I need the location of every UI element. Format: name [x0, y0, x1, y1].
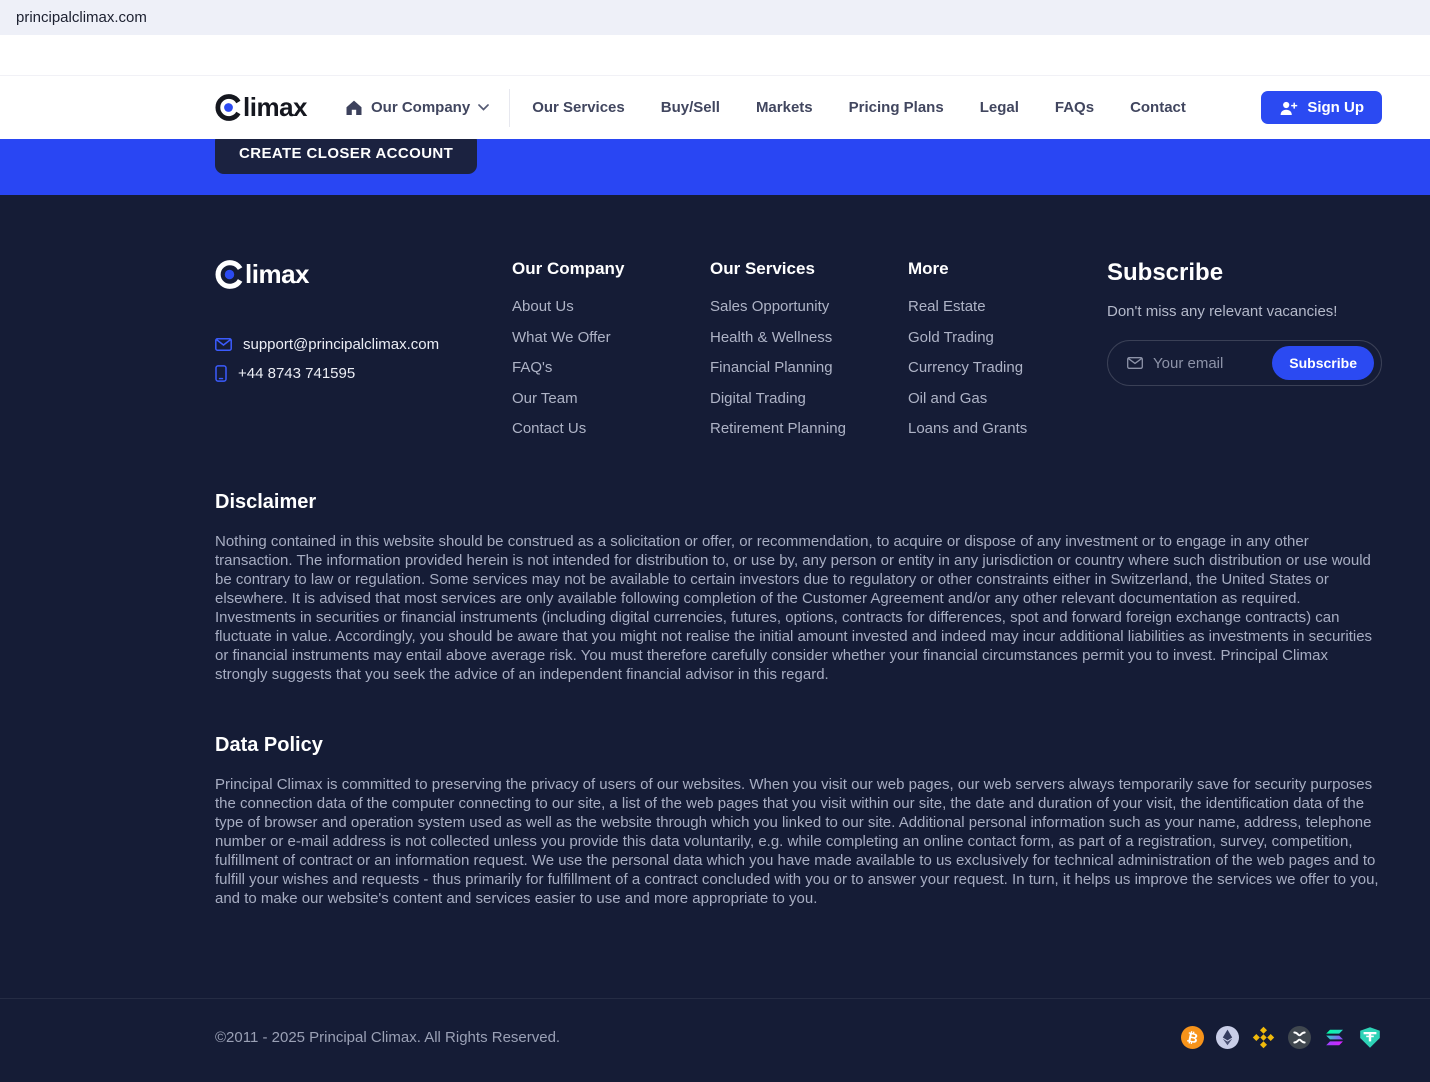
footer-column-title: Our Services	[710, 259, 815, 278]
footer-bottom-bar: ©2011 - 2025 Principal Climax. All Right…	[0, 997, 1430, 1082]
phone-icon	[215, 365, 227, 382]
footer-link-about-us[interactable]: About Us	[512, 296, 710, 319]
footer-link-oil-and-gas[interactable]: Oil and Gas	[908, 388, 1107, 411]
footer-email-link[interactable]: support@principalclimax.com	[215, 336, 512, 353]
nav-item-label: Our Company	[371, 99, 471, 116]
bitcoin-icon: ₿	[1181, 1025, 1204, 1049]
footer-link-real-estate[interactable]: Real Estate	[908, 296, 1107, 319]
copyright-text: ©2011 - 2025 Principal Climax. All Right…	[215, 1028, 561, 1046]
climax-c-logo-icon	[215, 94, 242, 121]
tether-icon	[1358, 1026, 1382, 1049]
nav-item-buy-sell[interactable]: Buy/Sell	[661, 99, 720, 116]
footer-column-our-company: Our Company About Us What We Offer FAQ's…	[512, 259, 710, 449]
footer-logo[interactable]: limax	[215, 259, 512, 290]
footer-column-more: More Real Estate Gold Trading Currency T…	[908, 259, 1107, 449]
footer-phone: +44 8743 741595	[238, 365, 356, 382]
footer-link-retirement-planning[interactable]: Retirement Planning	[710, 418, 908, 441]
subscribe-section: Subscribe Don't miss any relevant vacanc…	[1107, 259, 1382, 449]
sign-up-button[interactable]: Sign Up	[1261, 91, 1382, 124]
page-top-spacer	[0, 35, 1430, 76]
envelope-icon	[1127, 357, 1143, 369]
nav-item-our-services[interactable]: Our Services	[532, 99, 625, 116]
nav-divider	[509, 88, 511, 127]
footer-column-our-services: Our Services Sales Opportunity Health & …	[710, 259, 908, 449]
nav-links: Our Services Buy/Sell Markets Pricing Pl…	[532, 99, 1186, 116]
sign-up-label: Sign Up	[1307, 99, 1364, 116]
cta-banner: CREATE CLOSER ACCOUNT	[0, 132, 1430, 195]
footer-link-health-wellness[interactable]: Health & Wellness	[710, 327, 908, 350]
crypto-icons: ₿	[1181, 1025, 1382, 1050]
data-policy-title: Data Policy	[215, 733, 323, 756]
footer-email: support@principalclimax.com	[243, 336, 440, 353]
footer-link-currency-trading[interactable]: Currency Trading	[908, 357, 1107, 380]
nav-item-pricing-plans[interactable]: Pricing Plans	[849, 99, 944, 116]
footer-columns: limax support@principalclimax.com +44 87…	[0, 259, 1430, 449]
nav-item-our-company[interactable]: Our Company	[345, 99, 490, 116]
climax-c-logo-icon	[215, 260, 244, 289]
footer-link-digital-trading[interactable]: Digital Trading	[710, 388, 908, 411]
footer-link-contact-us[interactable]: Contact Us	[512, 418, 710, 441]
footer-phone-link[interactable]: +44 8743 741595	[215, 365, 512, 382]
footer-logo-text: limax	[245, 259, 310, 289]
footer-link-gold-trading[interactable]: Gold Trading	[908, 327, 1107, 350]
footer-column-title: Our Company	[512, 259, 625, 278]
solana-icon	[1323, 1026, 1346, 1049]
header-logo-text: limax	[243, 92, 308, 122]
disclaimer-title: Disclaimer	[215, 490, 317, 513]
ethereum-icon	[1216, 1025, 1239, 1049]
xrp-icon	[1288, 1025, 1311, 1049]
page-url: principalclimax.com	[16, 9, 147, 26]
footer-column-title: More	[908, 259, 949, 278]
footer-brand-column: limax support@principalclimax.com +44 87…	[215, 259, 512, 449]
subscribe-email-input[interactable]	[1153, 354, 1273, 372]
nav-item-legal[interactable]: Legal	[980, 99, 1019, 116]
nav-item-markets[interactable]: Markets	[756, 99, 813, 116]
envelope-icon	[215, 338, 232, 351]
person-plus-icon	[1279, 100, 1298, 116]
nav-item-faqs[interactable]: FAQs	[1055, 99, 1094, 116]
footer-link-financial-planning[interactable]: Financial Planning	[710, 357, 908, 380]
chevron-down-icon	[478, 104, 490, 111]
disclaimer-text: Nothing contained in this website should…	[215, 532, 1373, 683]
data-policy-section: Data Policy Principal Climax is committe…	[0, 734, 1430, 908]
subscribe-subtitle: Don't miss any relevant vacancies!	[1107, 303, 1338, 320]
browser-address-bar[interactable]: principalclimax.com	[0, 0, 1430, 35]
footer-link-faqs[interactable]: FAQ's	[512, 357, 710, 380]
home-icon	[345, 99, 363, 116]
site-footer: limax support@principalclimax.com +44 87…	[0, 195, 1430, 1082]
footer-link-what-we-offer[interactable]: What We Offer	[512, 327, 710, 350]
footer-link-sales-opportunity[interactable]: Sales Opportunity	[710, 296, 908, 319]
nav-item-contact[interactable]: Contact	[1130, 99, 1186, 116]
binance-icon	[1251, 1025, 1276, 1050]
footer-contact: support@principalclimax.com +44 8743 741…	[215, 336, 512, 382]
subscribe-title: Subscribe	[1107, 259, 1224, 286]
data-policy-text: Principal Climax is committed to preserv…	[215, 775, 1379, 907]
subscribe-form: Subscribe	[1107, 340, 1382, 386]
header-logo[interactable]: limax	[215, 92, 308, 123]
main-navigation: limax Our Company Our Services Buy/Sell …	[0, 76, 1430, 139]
disclaimer-section: Disclaimer Nothing contained in this web…	[0, 491, 1430, 684]
footer-link-loans-and-grants[interactable]: Loans and Grants	[908, 418, 1107, 441]
subscribe-button[interactable]: Subscribe	[1272, 346, 1374, 380]
footer-link-our-team[interactable]: Our Team	[512, 388, 710, 411]
